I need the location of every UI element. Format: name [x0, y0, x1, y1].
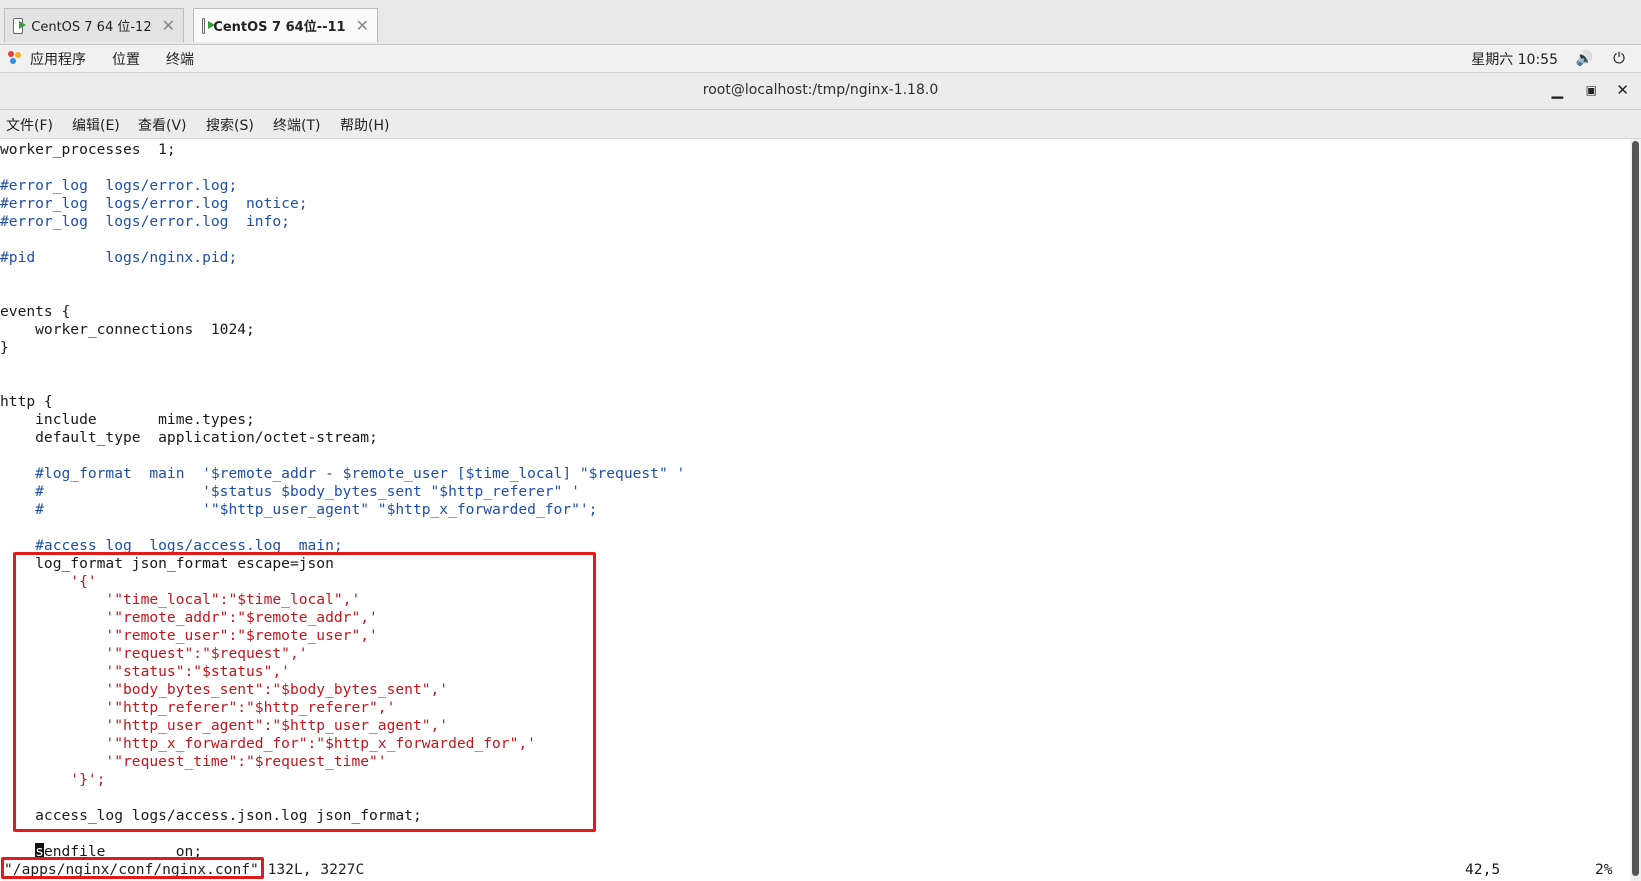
menu-help[interactable]: 帮助(H)	[340, 115, 389, 135]
code-line: events {	[0, 303, 71, 320]
vm-tab-label: CentOS 7 64 位-12	[31, 20, 152, 35]
applications-menu[interactable]: 应用程序	[30, 49, 86, 69]
menu-search[interactable]: 搜索(S)	[206, 115, 254, 135]
close-icon[interactable]: ✕	[1616, 81, 1629, 99]
maximize-icon[interactable]: ▣	[1586, 83, 1597, 97]
code-line: # '$status $body_bytes_sent "$http_refer…	[0, 483, 580, 500]
status-info: 132L, 3227C	[258, 861, 365, 878]
close-icon[interactable]: ✕	[162, 16, 175, 35]
power-icon[interactable]: ⏻	[1613, 49, 1625, 67]
terminal-text-area[interactable]: access_log logs/access.json.log json_for…	[0, 139, 1630, 881]
code-line: default_type application/octet-stream;	[0, 429, 378, 446]
vm-tab-strip: CentOS 7 64 位-12 ✕ CentOS 7 64位--11 ✕	[0, 0, 1641, 45]
menu-file[interactable]: 文件(F)	[6, 115, 53, 135]
vm-icon	[202, 17, 217, 34]
code-line: #error_log logs/error.log;	[0, 177, 238, 194]
vm-tab-label: CentOS 7 64位--11	[213, 20, 346, 35]
vm-tab-11[interactable]: CentOS 7 64位--11 ✕	[193, 8, 378, 42]
terminal-menu[interactable]: 终端	[166, 49, 194, 69]
code-line: # '"$http_user_agent" "$http_x_forwarded…	[0, 501, 598, 518]
vm-tab-12[interactable]: CentOS 7 64 位-12 ✕	[4, 8, 184, 42]
code-line: http {	[0, 393, 53, 410]
code-line: worker_processes 1;	[0, 141, 176, 158]
code-line: #pid logs/nginx.pid;	[0, 249, 238, 266]
code-line: #error_log logs/error.log info;	[0, 213, 290, 230]
code-line: worker_connections 1024;	[0, 321, 255, 338]
filename-highlight-box	[1, 857, 264, 879]
status-cursor-position: 42,5	[1465, 861, 1501, 878]
clock[interactable]: 星期六 10:55	[1471, 49, 1558, 69]
status-percent: 2%	[1595, 861, 1613, 878]
volume-icon[interactable]: 🔊	[1576, 51, 1593, 67]
menu-terminal[interactable]: 终端(T)	[273, 115, 320, 135]
scrollbar[interactable]	[1630, 139, 1641, 881]
terminal-menubar: 文件(F) 编辑(E) 查看(V) 搜索(S) 终端(T) 帮助(H)	[0, 110, 1641, 139]
scrollbar-thumb[interactable]	[1632, 141, 1639, 876]
window-title: root@localhost:/tmp/nginx-1.18.0	[702, 82, 939, 98]
window-title-bar[interactable]: root@localhost:/tmp/nginx-1.18.0 ▁ ▣ ✕	[0, 73, 1641, 110]
code-line: #log_format main '$remote_addr - $remote…	[0, 465, 686, 482]
minimize-icon[interactable]: ▁	[1551, 81, 1563, 99]
apps-menu-icon	[8, 51, 21, 64]
gnome-top-bar: 应用程序 位置 终端 星期六 10:55 🔊 ⏻	[0, 45, 1641, 73]
menu-view[interactable]: 查看(V)	[138, 115, 187, 135]
code-line: #error_log logs/error.log notice;	[0, 195, 308, 212]
code-line: include mime.types;	[0, 411, 255, 428]
vm-icon	[13, 17, 27, 34]
menu-edit[interactable]: 编辑(E)	[72, 115, 120, 135]
places-menu[interactable]: 位置	[112, 49, 140, 69]
code-line: }	[0, 339, 9, 356]
log-format-highlight-box	[13, 552, 596, 832]
close-icon[interactable]: ✕	[356, 16, 369, 35]
